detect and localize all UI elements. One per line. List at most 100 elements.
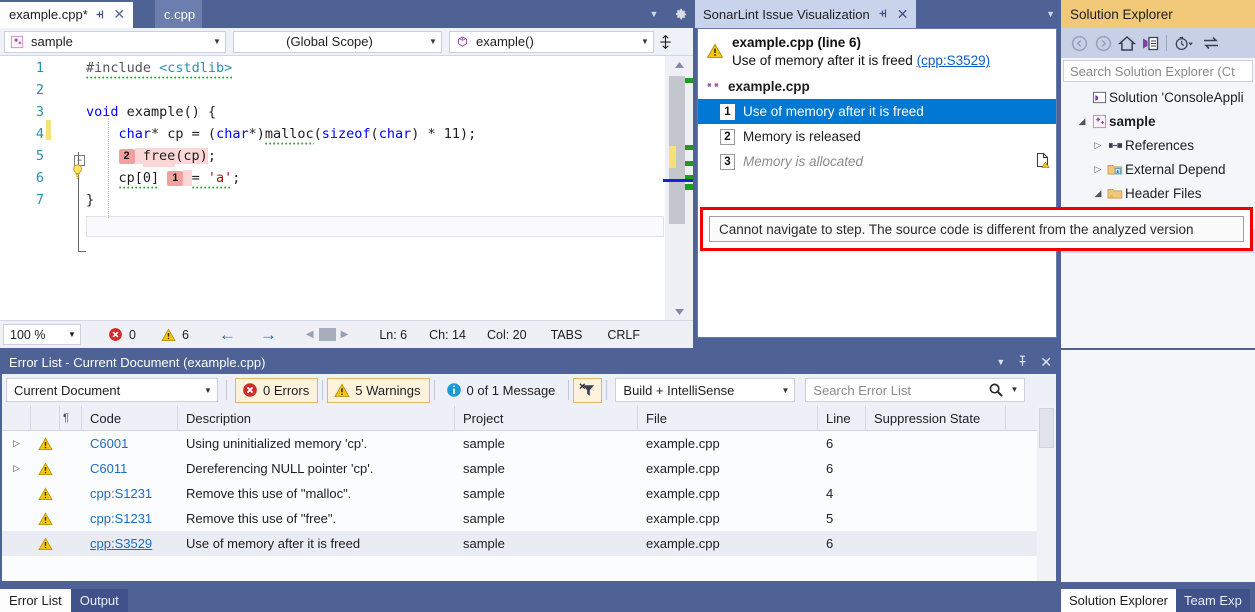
row-expander-icon[interactable]: ▷	[10, 438, 24, 449]
scroll-right-icon[interactable]: ▶	[341, 329, 349, 340]
row-expander-icon[interactable]: ▷	[10, 463, 24, 474]
column-header-suppression-state[interactable]: Suppression State	[866, 406, 1006, 431]
table-row[interactable]: cpp:S1231 Remove this use of "malloc". s…	[2, 481, 1037, 506]
tree-item-references[interactable]: ▷ References	[1061, 133, 1255, 157]
row-code[interactable]: cpp:S3529	[82, 531, 178, 556]
scrollbar-thumb[interactable]	[1039, 408, 1054, 448]
navigate-backward-icon[interactable]: ←	[219, 325, 236, 345]
horizontal-scroll-thumb[interactable]	[319, 328, 336, 341]
tab-output[interactable]: Output	[71, 589, 128, 612]
sonarlint-content: example.cpp (line 6) Use of memory after…	[697, 28, 1057, 338]
chevron-down-icon[interactable]: ▼	[637, 37, 653, 46]
scroll-up-icon[interactable]	[665, 56, 693, 73]
tab-team-explorer[interactable]: Team Exp	[1176, 589, 1250, 612]
navigate-forward-icon[interactable]: →	[260, 325, 277, 345]
pin-icon[interactable]	[1017, 355, 1028, 370]
tree-item-external-dependencies[interactable]: ▷ External Depend	[1061, 157, 1255, 181]
flow-step-badge-2[interactable]: 2	[119, 149, 135, 164]
row-code[interactable]: cpp:S1231	[82, 506, 178, 531]
chevron-down-icon[interactable]: ▼	[64, 330, 80, 339]
expander-icon[interactable]: ▷	[1091, 164, 1105, 175]
sonarlint-window-menu[interactable]: ▼	[1046, 0, 1055, 28]
flow-step-badge-1[interactable]: 1	[167, 171, 183, 186]
flow-step-2[interactable]: 2 Memory is released	[698, 124, 1056, 149]
sync-with-active-document-icon[interactable]	[1139, 31, 1163, 55]
search-icon[interactable]	[988, 382, 1004, 401]
table-row[interactable]: ▷ C6001 Using uninitialized memory 'cp'.…	[2, 431, 1037, 456]
chevron-down-icon[interactable]: ▼	[641, 0, 667, 28]
warnings-filter-button[interactable]: 5 Warnings	[327, 378, 429, 403]
sonarlint-tab[interactable]: SonarLint Issue Visualization ✕	[695, 0, 916, 28]
pin-icon[interactable]	[878, 7, 889, 22]
back-icon[interactable]	[1067, 31, 1091, 55]
warning-icon	[706, 43, 724, 62]
tabstrip-controls: ▼	[641, 0, 693, 28]
pending-changes-icon[interactable]	[1170, 31, 1199, 55]
tab-solution-explorer[interactable]: Solution Explorer	[1061, 589, 1176, 612]
tree-item-solution[interactable]: Solution 'ConsoleAppli	[1061, 85, 1255, 109]
error-list-vertical-scrollbar[interactable]	[1037, 406, 1056, 581]
status-error-count[interactable]: 0	[108, 327, 136, 342]
error-list-search-input[interactable]: Search Error List ▼	[805, 378, 1025, 402]
column-header-code[interactable]: Code	[82, 406, 178, 431]
split-window-button[interactable]	[654, 34, 676, 50]
rule-key-link[interactable]: (cpp:S3529)	[917, 53, 991, 68]
editor-tab-example-cpp[interactable]: example.cpp* ✕	[0, 0, 133, 28]
expander-icon[interactable]: ◢	[1091, 188, 1105, 199]
chevron-down-icon[interactable]: ▼	[199, 386, 217, 395]
tree-item-sample[interactable]: ◢ sample	[1061, 109, 1255, 133]
chevron-down-icon[interactable]: ▼	[1046, 9, 1055, 19]
quick-actions-lightbulb-icon[interactable]	[70, 163, 85, 184]
row-code[interactable]: C6001	[82, 431, 178, 456]
column-header-expander[interactable]	[2, 406, 31, 431]
column-header-file[interactable]: File	[638, 406, 818, 431]
row-code[interactable]: C6011	[82, 456, 178, 481]
tree-item-header-files[interactable]: ◢ Header Files	[1061, 181, 1255, 205]
flow-step-3[interactable]: 3 Memory is allocated	[698, 149, 1056, 174]
scope-filter-dropdown[interactable]: Current Document ▼	[6, 378, 218, 402]
table-row[interactable]: cpp:S1231 Remove this use of "free". sam…	[2, 506, 1037, 531]
chevron-down-icon[interactable]: ▼	[996, 357, 1005, 367]
editor-vertical-scrollbar[interactable]	[665, 56, 693, 320]
table-row[interactable]: ▷ C6011 Dereferencing NULL pointer 'cp'.…	[2, 456, 1037, 481]
build-filter-dropdown[interactable]: Build + IntelliSense ▼	[615, 378, 795, 402]
search-solution-explorer-input[interactable]: Search Solution Explorer (Ct	[1063, 60, 1253, 82]
scroll-left-icon[interactable]: ◀	[306, 329, 314, 340]
expander-icon[interactable]: ◢	[1075, 116, 1089, 127]
row-code[interactable]: cpp:S1231	[82, 481, 178, 506]
messages-filter-button[interactable]: 0 of 1 Message	[439, 378, 565, 403]
home-icon[interactable]	[1115, 31, 1139, 55]
chevron-down-icon[interactable]: ▼	[776, 386, 794, 395]
column-header-severity[interactable]	[31, 406, 60, 431]
column-header-project[interactable]: Project	[455, 406, 638, 431]
column-header-line[interactable]: Line	[818, 406, 866, 431]
pin-icon[interactable]	[94, 8, 107, 21]
close-icon[interactable]: ✕	[113, 8, 126, 21]
chevron-down-icon[interactable]: ▼	[1010, 385, 1018, 394]
column-header-description[interactable]: Description	[178, 406, 455, 431]
clear-filter-button[interactable]	[573, 378, 602, 403]
chevron-down-icon[interactable]: ▼	[209, 37, 225, 46]
tab-error-list[interactable]: Error List	[0, 589, 71, 612]
flow-step-1[interactable]: 1 Use of memory after it is freed	[698, 99, 1056, 124]
member-dropdown[interactable]: example() ▼	[449, 31, 654, 53]
close-icon[interactable]: ✕	[897, 6, 909, 23]
column-header-pilcrow[interactable]: ¶	[60, 406, 82, 431]
warning-icon	[161, 328, 176, 342]
refresh-icon[interactable]	[1199, 31, 1223, 55]
chevron-down-icon[interactable]: ▼	[425, 37, 441, 46]
expander-icon[interactable]: ▷	[1091, 140, 1105, 151]
status-warning-count[interactable]: 6	[161, 328, 189, 342]
scroll-down-icon[interactable]	[665, 303, 693, 320]
table-row[interactable]: cpp:S3529 Use of memory after it is free…	[2, 531, 1037, 556]
error-list-grid[interactable]: ¶ Code Description Project File Line Sup…	[2, 406, 1037, 581]
project-scope-dropdown[interactable]: sample ▼	[4, 31, 226, 53]
close-icon[interactable]: ✕	[1040, 354, 1052, 371]
zoom-level-dropdown[interactable]: 100 % ▼	[3, 324, 81, 345]
errors-filter-button[interactable]: 0 Errors	[235, 378, 318, 403]
editor-tab-c-cpp[interactable]: c.cpp	[155, 0, 202, 28]
forward-icon[interactable]	[1091, 31, 1115, 55]
code-text-area[interactable]: − 1 2 3 4 5 6 7 #include <cstdlib> void …	[0, 56, 693, 320]
global-scope-dropdown[interactable]: (Global Scope) ▼	[233, 31, 442, 53]
gear-icon[interactable]	[667, 0, 693, 28]
